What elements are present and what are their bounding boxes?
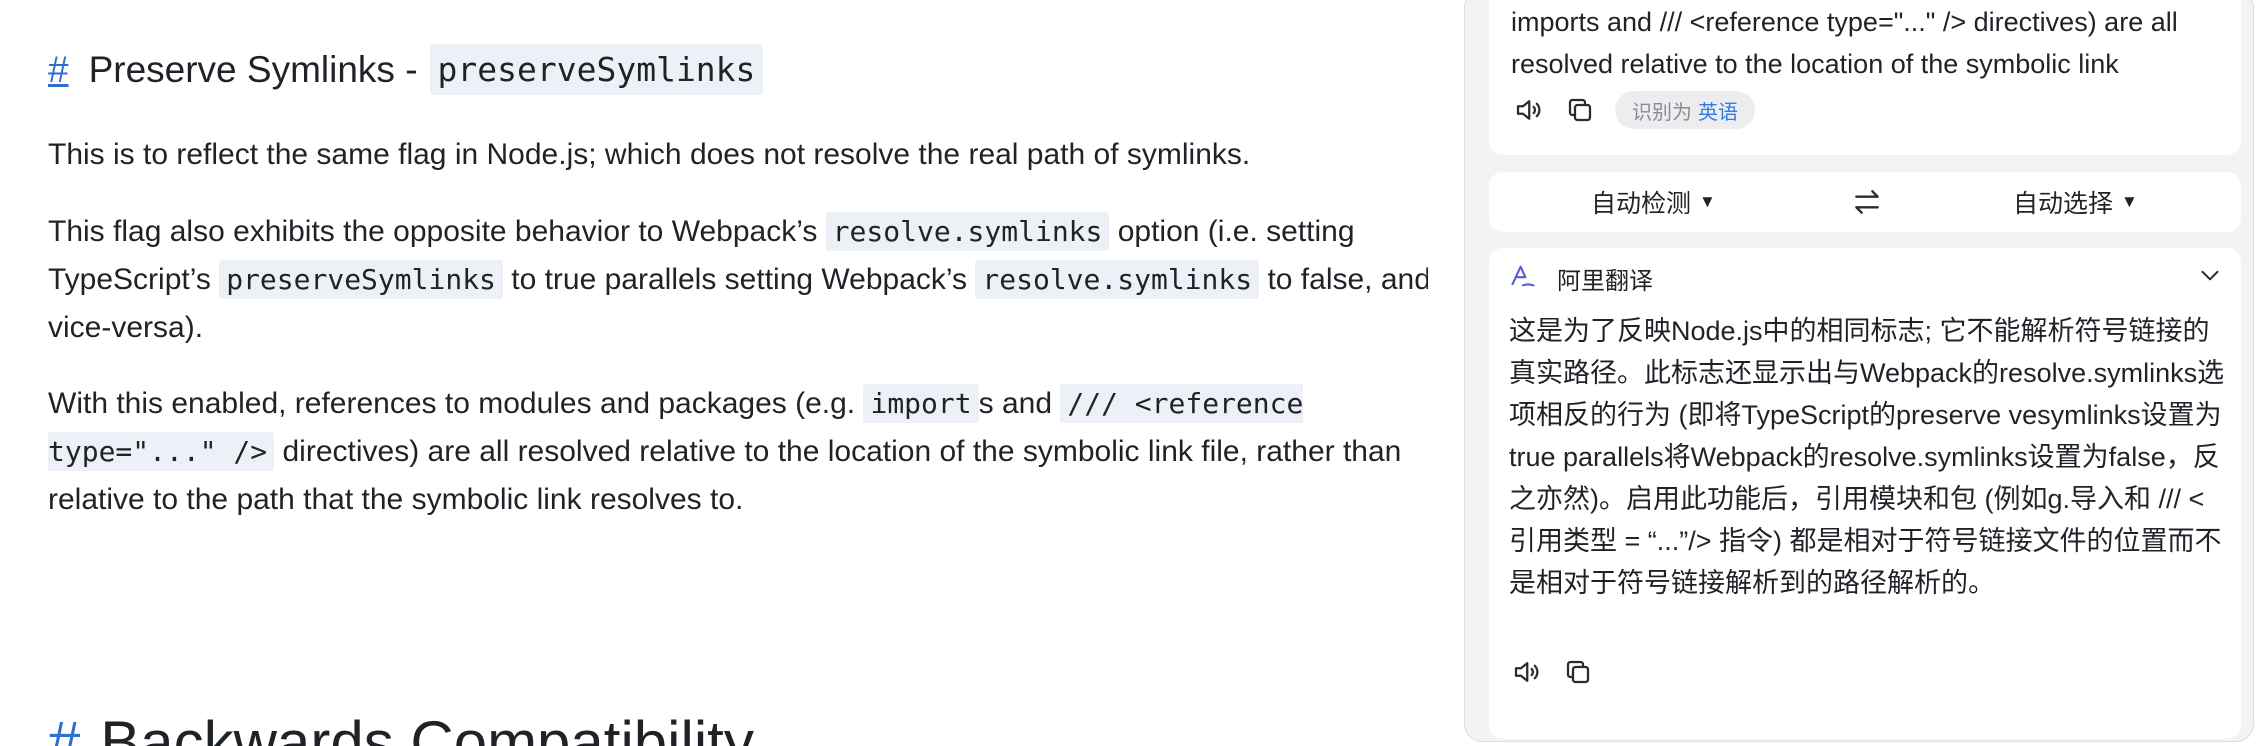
translation-result-card: 阿里翻译 这是为了反映Node.js中的相同标志; 它不能解析符号链接的真实路径… [1489, 248, 2241, 739]
target-language-dropdown[interactable]: 自动选择 ▼ [2013, 172, 2138, 232]
source-language-label: 自动检测 [1591, 190, 1692, 218]
speaker-icon[interactable] [1511, 93, 1545, 127]
inline-code: import [863, 384, 979, 423]
paragraph-node-flag: This is to reflect the same flag in Node… [48, 138, 1251, 171]
inline-code: resolve.symlinks [825, 212, 1110, 251]
ali-translate-icon [1511, 265, 1535, 287]
copy-icon[interactable] [1563, 93, 1597, 127]
heading-code: preserveSymlinks [429, 44, 764, 95]
paragraph-references: With this enabled, references to modules… [48, 380, 1428, 524]
text-segment: s and [978, 387, 1061, 420]
result-toolbar [1509, 655, 1613, 689]
copy-icon[interactable] [1561, 655, 1595, 689]
translation-engine-name: 阿里翻译 [1557, 268, 1653, 295]
detected-prefix: 识别为 [1632, 101, 1692, 124]
source-card: imports and /// <reference type="..." />… [1489, 0, 2241, 155]
target-language-label: 自动选择 [2013, 190, 2114, 218]
language-selector-bar: 自动检测 ▼ 自动选择 ▼ [1489, 172, 2241, 232]
section-heading-backwards-compatibility: # Backwards Compatibility [48, 708, 754, 746]
speaker-icon[interactable] [1509, 655, 1543, 689]
chevron-down-icon[interactable] [2197, 262, 2223, 288]
documentation-content: # Preserve Symlinks - preserveSymlinks T… [48, 0, 1428, 746]
source-toolbar: 识别为 英语 [1511, 91, 1755, 129]
text-segment: This flag also exhibits the opposite beh… [48, 215, 826, 248]
heading-title: Preserve Symlinks - [88, 48, 418, 90]
heading-anchor-link[interactable]: # [48, 49, 69, 91]
heading-title: Backwards Compatibility [100, 709, 754, 746]
translation-result-text[interactable]: 这是为了反映Node.js中的相同标志; 它不能解析符号链接的真实路径。此标志还… [1509, 310, 2227, 604]
paragraph-webpack-behavior: This flag also exhibits the opposite beh… [48, 208, 1428, 352]
translation-panel: imports and /// <reference type="..." />… [1464, 0, 2254, 742]
inline-code: resolve.symlinks [975, 260, 1260, 299]
source-text[interactable]: imports and /// <reference type="..." />… [1511, 1, 2231, 85]
caret-down-icon: ▼ [2121, 192, 2138, 211]
section-heading-preserve-symlinks: # Preserve Symlinks - preserveSymlinks [48, 44, 764, 95]
swap-arrows-icon[interactable] [1851, 186, 1883, 218]
inline-code: preserveSymlinks [219, 260, 503, 299]
source-language-dropdown[interactable]: 自动检测 ▼ [1591, 172, 1716, 232]
text-segment: to true parallels setting Webpack’s [502, 263, 976, 296]
caret-down-icon: ▼ [1699, 192, 1716, 211]
result-header[interactable]: 阿里翻译 [1489, 248, 2241, 302]
detected-language: 英语 [1698, 101, 1738, 124]
detected-language-badge: 识别为 英语 [1615, 91, 1755, 129]
text-segment: With this enabled, references to modules… [48, 387, 864, 420]
heading-anchor-link[interactable]: # [48, 709, 80, 746]
